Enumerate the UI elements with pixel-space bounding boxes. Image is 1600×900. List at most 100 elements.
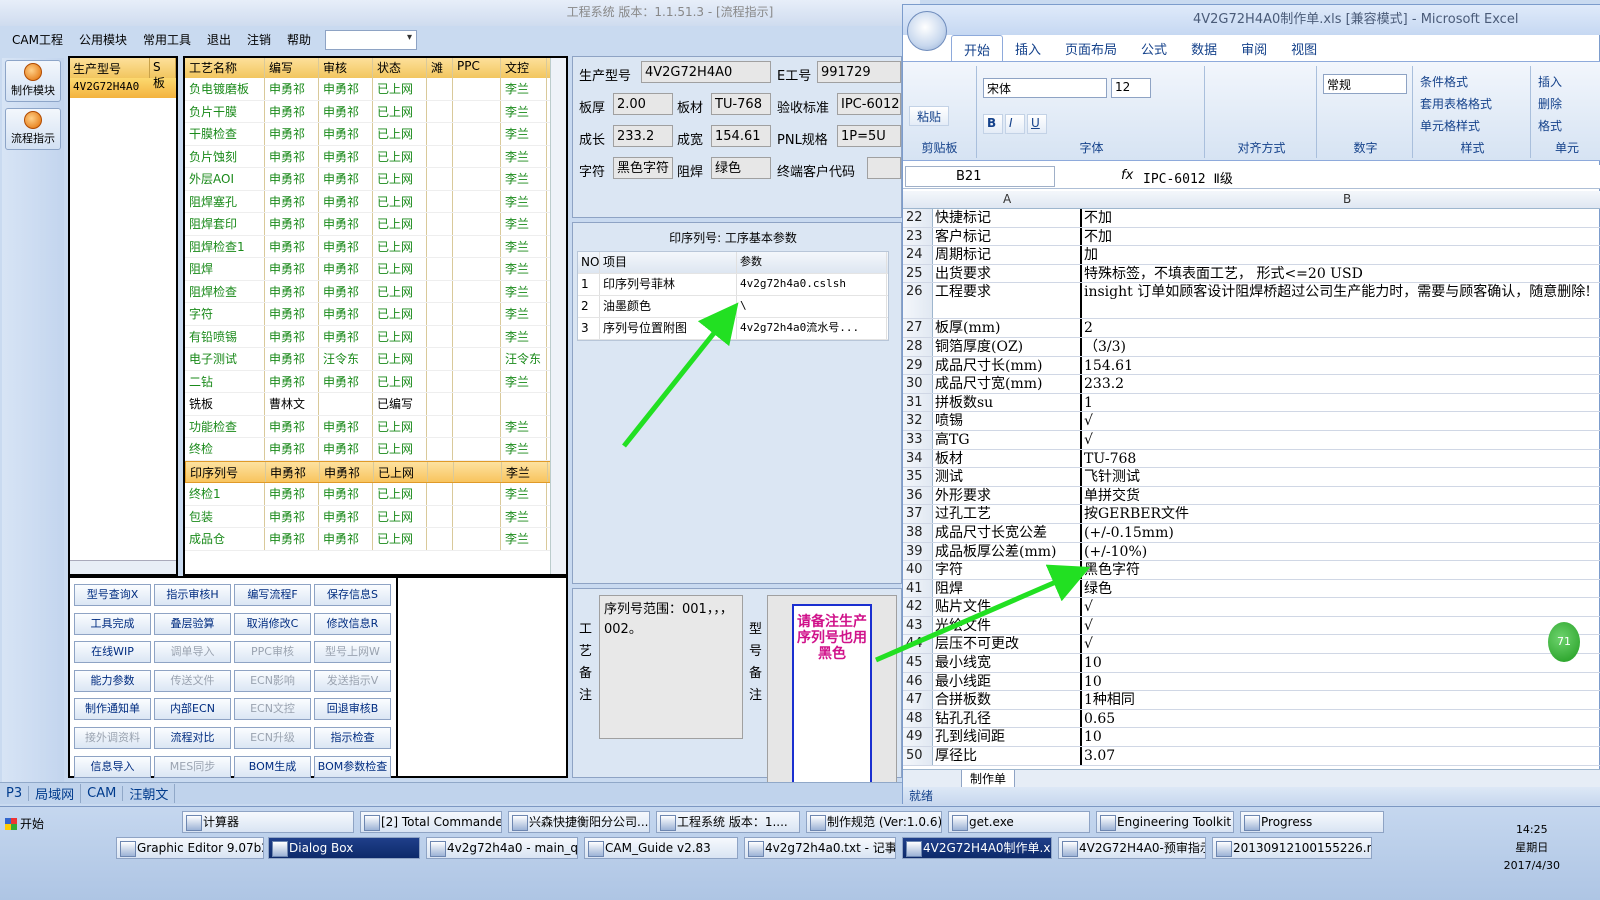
format-cells-button[interactable]: 格式 bbox=[1535, 116, 1565, 136]
action-button[interactable]: 发送指示V bbox=[314, 669, 391, 692]
sheet-cell[interactable]: （3/3) bbox=[1081, 337, 1600, 356]
action-button[interactable]: ECN升级 bbox=[234, 726, 311, 749]
sheet-cell[interactable]: √ bbox=[1081, 412, 1600, 430]
standard-field[interactable]: IPC-6012 bbox=[837, 93, 901, 115]
sheet-cell[interactable]: 成品尺寸长(mm) bbox=[933, 356, 1081, 375]
process-row[interactable]: 阻焊塞孔 申勇祁 申勇祁 已上网 李兰 bbox=[185, 190, 566, 213]
customer-code-field[interactable] bbox=[867, 157, 901, 179]
sheet-cell[interactable]: 按GERBER文件 bbox=[1081, 505, 1600, 523]
width-field[interactable]: 154.61 bbox=[711, 125, 771, 147]
name-box[interactable]: B21 bbox=[905, 166, 1055, 187]
row-number[interactable]: 45 bbox=[903, 654, 933, 672]
row-number[interactable]: 40 bbox=[903, 561, 933, 579]
taskbar-button[interactable]: [2] Total Commander ... bbox=[360, 811, 502, 833]
row-number[interactable]: 48 bbox=[903, 709, 933, 728]
sheet-cell[interactable]: 快捷标记 bbox=[933, 209, 1081, 227]
status-tab-lan[interactable]: 局域网 bbox=[29, 784, 82, 803]
char-field[interactable]: 黑色字符 bbox=[613, 157, 673, 179]
menu-logout[interactable]: 注销 bbox=[239, 28, 279, 52]
menu-public[interactable]: 公用模块 bbox=[71, 28, 135, 52]
tab-data[interactable]: 数据 bbox=[1179, 35, 1229, 61]
formula-input[interactable]: IPC-6012 Ⅱ级 bbox=[1143, 168, 1233, 187]
sheet-cell[interactable]: 阻焊 bbox=[933, 579, 1081, 598]
sheet-cell[interactable]: 合拼板数 bbox=[933, 691, 1081, 709]
status-tab-user[interactable]: 汪朝文 bbox=[123, 784, 176, 803]
process-row[interactable]: 终检 申勇祁 申勇祁 已上网 李兰 bbox=[185, 438, 566, 461]
tab-home[interactable]: 开始 bbox=[951, 35, 1004, 61]
action-button[interactable]: 信息导入 bbox=[74, 755, 151, 778]
taskbar-button[interactable]: 工程系统 版本：1.... bbox=[656, 811, 800, 833]
col-ppc[interactable]: PPC bbox=[453, 58, 501, 78]
sheet-cell[interactable]: 加 bbox=[1081, 246, 1600, 264]
action-button[interactable]: 工具完成 bbox=[74, 612, 151, 635]
taskbar-button[interactable]: 20130912100155226.rtf... bbox=[1212, 837, 1372, 859]
tab-insert[interactable]: 插入 bbox=[1003, 35, 1053, 61]
menu-help[interactable]: 帮助 bbox=[279, 28, 319, 52]
process-row[interactable]: 阻焊检查1 申勇祁 申勇祁 已上网 李兰 bbox=[185, 235, 566, 258]
sheet-cell[interactable]: 10 bbox=[1081, 654, 1600, 672]
taskbar-button[interactable]: 4v2g72h4a0 - main_qa bbox=[426, 837, 578, 859]
row-number[interactable]: 30 bbox=[903, 375, 933, 393]
model-field[interactable]: 4V2G72H4A0 bbox=[641, 61, 771, 83]
row-number[interactable]: 34 bbox=[903, 449, 933, 468]
sheet-cell[interactable]: 0.65 bbox=[1081, 709, 1600, 728]
taskbar-button[interactable]: Graphic Editor 9.07b2 (0... bbox=[116, 837, 264, 859]
row-number[interactable]: 23 bbox=[903, 227, 933, 246]
col-status[interactable]: 状态 bbox=[373, 58, 427, 78]
process-row[interactable]: 外层AOI 申勇祁 申勇祁 已上网 李兰 bbox=[185, 168, 566, 191]
taskbar-button[interactable]: 制作规范 (Ver:1.0.6) bbox=[806, 811, 942, 833]
process-row[interactable]: 成品仓 申勇祁 申勇祁 已上网 李兰 bbox=[185, 528, 566, 551]
process-vscroll[interactable] bbox=[550, 58, 566, 574]
sheet-cell[interactable]: 贴片文件 bbox=[933, 598, 1081, 616]
model-hscroll[interactable] bbox=[70, 560, 176, 574]
floating-badge[interactable]: 71 bbox=[1548, 622, 1580, 662]
start-button[interactable]: 开始 bbox=[2, 813, 48, 835]
sheet-cell[interactable]: (+/-0.15mm) bbox=[1081, 523, 1600, 542]
col-b-header[interactable]: B bbox=[1343, 192, 1351, 206]
sheet-cell[interactable]: 黑色字符 bbox=[1081, 561, 1600, 579]
row-number[interactable]: 22 bbox=[903, 209, 933, 227]
row-number[interactable]: 28 bbox=[903, 337, 933, 356]
action-button[interactable]: 修改信息R bbox=[314, 612, 391, 635]
sheet-cell[interactable]: 特殊标签，不填表面工艺， 形式<=20 USD bbox=[1081, 264, 1600, 283]
col-reviewer[interactable]: 审核 bbox=[319, 58, 373, 78]
row-number[interactable]: 42 bbox=[903, 598, 933, 616]
action-button[interactable]: PPC审核 bbox=[234, 641, 311, 664]
action-button[interactable]: ECN影响 bbox=[234, 669, 311, 692]
font-size-box[interactable]: 12 bbox=[1111, 78, 1151, 98]
sheet-cell[interactable]: 钻孔孔径 bbox=[933, 709, 1081, 728]
flow-guide-button[interactable]: 流程指示 bbox=[5, 108, 61, 150]
action-button[interactable]: 内部ECN bbox=[154, 698, 231, 721]
taskbar-button[interactable]: Engineering Toolkit 9.... bbox=[1096, 811, 1234, 833]
row-number[interactable]: 33 bbox=[903, 430, 933, 449]
fx-icon[interactable]: fx bbox=[1121, 168, 1133, 183]
menu-exit[interactable]: 退出 bbox=[199, 28, 239, 52]
tab-view[interactable]: 视图 bbox=[1279, 35, 1329, 61]
process-row[interactable]: 负片蚀刻 申勇祁 申勇祁 已上网 李兰 bbox=[185, 145, 566, 168]
sheet-cell[interactable]: 成品尺寸宽(mm) bbox=[933, 375, 1081, 393]
process-row[interactable]: 负片干膜 申勇祁 申勇祁 已上网 李兰 bbox=[185, 100, 566, 123]
row-number[interactable]: 35 bbox=[903, 468, 933, 486]
sheet-cell[interactable]: 厚径比 bbox=[933, 747, 1081, 765]
table-format-button[interactable]: 套用表格格式 bbox=[1417, 94, 1495, 114]
action-button[interactable]: 接外调资料 bbox=[74, 726, 151, 749]
sheet-cell[interactable]: insight 订单如顾客设计阻焊桥超过公司生产能力时，需要与顾客确认，随意删除… bbox=[1081, 283, 1600, 319]
sheet-cell[interactable]: 1种相同 bbox=[1081, 691, 1600, 709]
row-number[interactable]: 39 bbox=[903, 542, 933, 561]
col-doc-control[interactable]: 文控 bbox=[501, 58, 547, 78]
sheet-cell[interactable]: 层压不可更改 bbox=[933, 635, 1081, 654]
sheet-cell[interactable]: 孔到线间距 bbox=[933, 728, 1081, 747]
sheet-cell[interactable]: TU-768 bbox=[1081, 449, 1600, 468]
row-number[interactable]: 31 bbox=[903, 393, 933, 412]
action-button[interactable]: 保存信息S bbox=[314, 584, 391, 606]
col-a-header[interactable]: A bbox=[1003, 192, 1011, 206]
row-number[interactable]: 41 bbox=[903, 579, 933, 598]
action-button[interactable]: 指示审核H bbox=[154, 584, 231, 606]
material-field[interactable]: TU-768 bbox=[711, 93, 771, 115]
action-button[interactable]: BOM参数检查 bbox=[314, 755, 391, 778]
row-number[interactable]: 47 bbox=[903, 691, 933, 709]
paste-button[interactable]: 粘贴 bbox=[909, 106, 949, 126]
sheet-cell[interactable]: 绿色 bbox=[1081, 579, 1600, 598]
sheet-cell[interactable]: 成品板厚公差(mm) bbox=[933, 542, 1081, 561]
clock[interactable]: 14:25 星期日 2017/4/30 bbox=[1504, 821, 1560, 875]
